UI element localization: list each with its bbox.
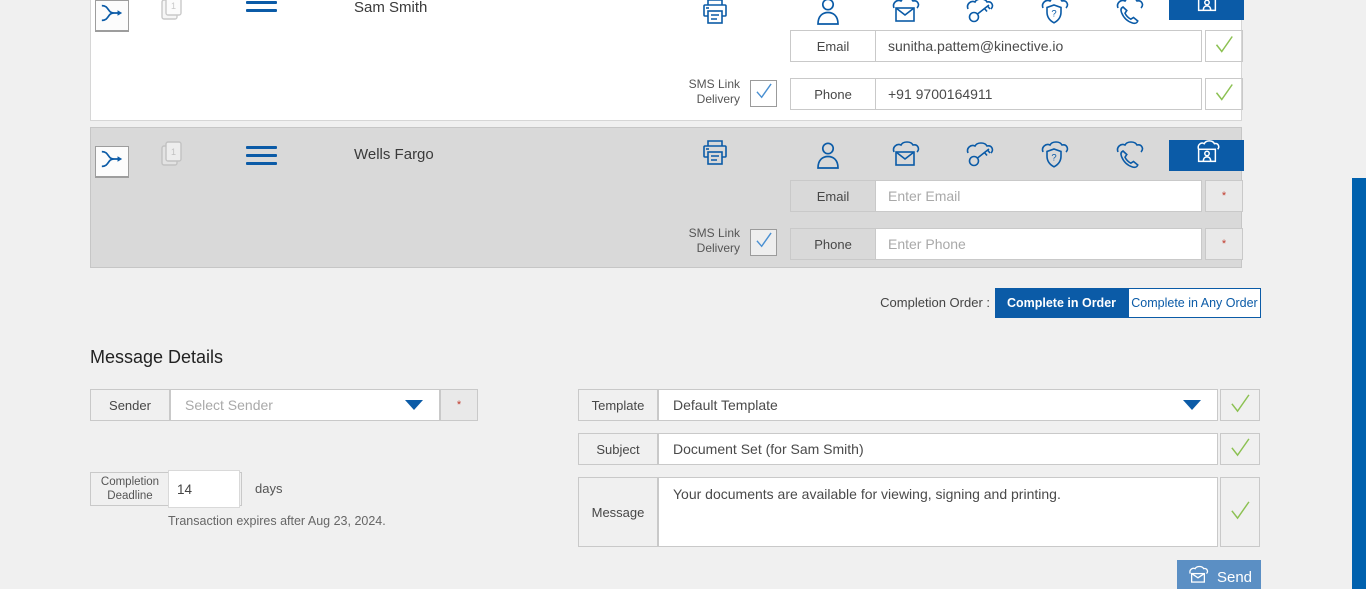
vertical-scrollbar-thumb[interactable] bbox=[1352, 178, 1366, 589]
phone-call-icon[interactable] bbox=[1112, 0, 1146, 30]
document-count-icon: 1 bbox=[159, 139, 185, 174]
message-textarea[interactable]: Your documents are available for viewing… bbox=[659, 478, 1217, 546]
chevron-down-icon bbox=[405, 400, 423, 410]
phone-valid-check bbox=[1205, 78, 1243, 110]
drag-handle[interactable] bbox=[246, 0, 277, 12]
check-icon bbox=[1227, 434, 1253, 465]
svg-text:1: 1 bbox=[171, 1, 176, 11]
svg-text:?: ? bbox=[1051, 9, 1056, 20]
routing-order-button[interactable] bbox=[95, 0, 129, 32]
required-asterisk: * bbox=[1222, 191, 1226, 202]
document-count-icon: 1 bbox=[159, 0, 185, 28]
subject-label: Subject bbox=[578, 433, 658, 465]
template-valid-check bbox=[1220, 389, 1260, 421]
send-cloud-envelope-icon bbox=[1186, 565, 1210, 589]
sms-link-delivery-label: SMS LinkDelivery bbox=[665, 226, 740, 256]
phone-label: Phone bbox=[791, 79, 876, 109]
sender-label: Sender bbox=[90, 389, 170, 421]
template-label: Template bbox=[578, 389, 658, 421]
phone-call-icon[interactable] bbox=[1112, 141, 1146, 174]
email-field-row: Email bbox=[790, 180, 1202, 212]
deadline-input-wrap bbox=[168, 470, 240, 508]
in-person-icon[interactable] bbox=[814, 0, 842, 31]
required-asterisk: * bbox=[1222, 239, 1226, 250]
sender-required-mark: * bbox=[440, 389, 478, 421]
chevron-down-icon bbox=[1183, 400, 1201, 410]
print-icon[interactable] bbox=[699, 139, 731, 172]
drag-handle[interactable] bbox=[246, 146, 277, 165]
recipient-name: Sam Smith bbox=[354, 0, 427, 16]
message-details-heading: Message Details bbox=[90, 347, 223, 368]
email-input[interactable] bbox=[876, 181, 1201, 211]
expiry-note: Transaction expires after Aug 23, 2024. bbox=[168, 514, 386, 528]
phone-label: Phone bbox=[791, 229, 876, 259]
check-icon bbox=[1227, 497, 1253, 528]
email-input[interactable] bbox=[876, 31, 1201, 61]
message-valid-check bbox=[1220, 477, 1260, 547]
in-branch-icon bbox=[1191, 0, 1223, 20]
checkbox-check-icon bbox=[753, 80, 775, 107]
message-label: Message bbox=[578, 477, 658, 547]
recipient-name: Wells Fargo bbox=[354, 146, 434, 163]
access-key-icon[interactable] bbox=[962, 0, 996, 30]
deadline-unit-label: days bbox=[255, 481, 282, 496]
security-question-icon[interactable]: ? bbox=[1037, 0, 1071, 30]
in-branch-delivery-selected[interactable] bbox=[1169, 140, 1244, 171]
in-branch-delivery-selected[interactable] bbox=[1169, 0, 1244, 20]
completion-order-label: Completion Order : bbox=[855, 295, 990, 310]
complete-in-order-button[interactable]: Complete in Order bbox=[995, 288, 1128, 318]
merge-arrow-icon bbox=[99, 1, 125, 30]
message-field: Your documents are available for viewing… bbox=[658, 477, 1218, 547]
security-question-icon[interactable]: ? bbox=[1037, 141, 1071, 174]
template-dropdown[interactable]: Default Template bbox=[658, 389, 1218, 421]
svg-text:?: ? bbox=[1051, 153, 1056, 164]
in-branch-icon bbox=[1191, 140, 1223, 171]
check-icon bbox=[1227, 390, 1253, 421]
phone-input[interactable] bbox=[876, 229, 1201, 259]
sms-link-delivery-label: SMS LinkDelivery bbox=[665, 77, 740, 107]
email-required-mark: * bbox=[1205, 180, 1243, 212]
subject-valid-check bbox=[1220, 433, 1260, 465]
email-valid-check bbox=[1205, 30, 1243, 62]
required-asterisk: * bbox=[457, 400, 461, 411]
access-key-icon[interactable] bbox=[962, 141, 996, 174]
merge-arrow-icon bbox=[99, 147, 125, 176]
complete-in-any-order-button[interactable]: Complete in Any Order bbox=[1128, 288, 1261, 318]
sender-dropdown[interactable]: Select Sender bbox=[170, 389, 440, 421]
send-button[interactable]: Send bbox=[1177, 560, 1261, 589]
email-label: Email bbox=[791, 31, 876, 61]
check-icon bbox=[1212, 80, 1236, 109]
check-icon bbox=[1212, 32, 1236, 61]
phone-field-row: Phone bbox=[790, 78, 1202, 110]
checkbox-check-icon bbox=[753, 229, 775, 256]
email-delivery-icon[interactable] bbox=[888, 141, 922, 174]
email-field-row: Email bbox=[790, 30, 1202, 62]
phone-field-row: Phone bbox=[790, 228, 1202, 260]
send-button-label: Send bbox=[1217, 569, 1252, 586]
sms-link-delivery-checkbox[interactable] bbox=[750, 229, 777, 256]
email-delivery-icon[interactable] bbox=[888, 0, 922, 30]
subject-input[interactable] bbox=[659, 434, 1217, 464]
svg-text:1: 1 bbox=[171, 147, 176, 157]
subject-field bbox=[658, 433, 1218, 465]
sms-link-delivery-checkbox[interactable] bbox=[750, 80, 777, 107]
email-label: Email bbox=[791, 181, 876, 211]
in-person-icon[interactable] bbox=[814, 140, 842, 175]
routing-order-button[interactable] bbox=[95, 146, 129, 178]
deadline-days-input[interactable] bbox=[169, 471, 239, 507]
phone-required-mark: * bbox=[1205, 228, 1243, 260]
phone-input[interactable] bbox=[876, 79, 1201, 109]
completion-deadline-label: Completion Deadline bbox=[91, 473, 169, 505]
print-icon[interactable] bbox=[699, 0, 731, 31]
